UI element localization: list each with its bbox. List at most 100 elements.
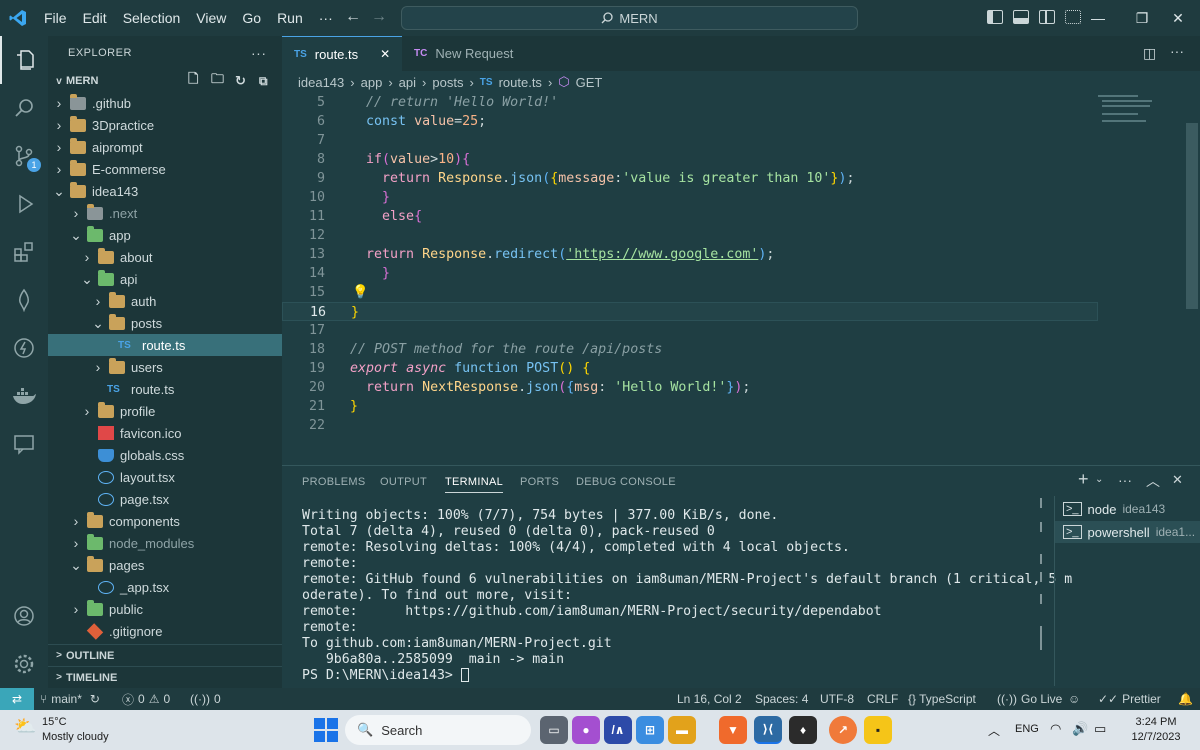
panel-more-icon[interactable]: ··· bbox=[1118, 472, 1132, 488]
toggle-secondary-sidebar-icon[interactable] bbox=[1039, 10, 1055, 24]
collapse-all-icon[interactable]: ⧉ bbox=[259, 74, 268, 89]
panel-tab-problems[interactable]: PROBLEMS bbox=[302, 476, 366, 488]
menu-more[interactable]: ··· bbox=[311, 0, 341, 36]
tree-item[interactable]: layout.tsx bbox=[48, 466, 282, 488]
panel-tab-debug-console[interactable]: DEBUG CONSOLE bbox=[576, 476, 676, 488]
tree-item[interactable]: › .next bbox=[48, 202, 282, 224]
tab-route-ts[interactable]: TS route.ts ✕ bbox=[282, 36, 402, 71]
extensions-icon[interactable] bbox=[0, 228, 48, 276]
breadcrumb-item[interactable]: GET bbox=[576, 75, 603, 90]
tab-new-request[interactable]: TC New Request bbox=[402, 36, 540, 71]
close-panel-icon[interactable]: ✕ bbox=[1172, 472, 1183, 488]
tree-item[interactable]: › aiprompt bbox=[48, 136, 282, 158]
tree-item[interactable]: › components bbox=[48, 510, 282, 532]
mongodb-compass-icon[interactable]: ♦ bbox=[789, 716, 817, 744]
lightbulb-icon[interactable]: 💡 bbox=[352, 283, 369, 302]
breadcrumb-item[interactable]: route.ts bbox=[499, 75, 542, 90]
line-endings[interactable]: CRLF bbox=[867, 688, 898, 710]
tree-item[interactable]: › 3Dpractice bbox=[48, 114, 282, 136]
more-actions-icon[interactable]: ··· bbox=[251, 45, 267, 61]
task-view-icon[interactable]: ▭ bbox=[540, 716, 568, 744]
menu-file[interactable]: File bbox=[36, 0, 75, 36]
tree-item[interactable]: ⌄ app bbox=[48, 224, 282, 246]
terminal-node[interactable]: >_ node idea143 bbox=[1055, 498, 1200, 520]
postman-icon[interactable]: ↗ bbox=[829, 716, 857, 744]
docker-icon[interactable] bbox=[0, 372, 48, 420]
clock-time[interactable]: 3:24 PM bbox=[1126, 716, 1186, 728]
maximize-panel-icon[interactable]: ︿ bbox=[1146, 471, 1160, 491]
workspace-root[interactable]: v MERN 🗋 🗀 ↻ ⧉ bbox=[48, 70, 282, 92]
forward-arrow-icon[interactable]: → bbox=[371, 8, 387, 26]
menu-run[interactable]: Run bbox=[269, 0, 311, 36]
tree-item[interactable]: › public bbox=[48, 598, 282, 620]
outline-section[interactable]: > OUTLINE bbox=[48, 644, 282, 666]
settings-gear-icon[interactable] bbox=[0, 640, 48, 688]
branch-indicator[interactable]: ⑂ main* ↻ bbox=[40, 688, 100, 710]
language-mode[interactable]: {} TypeScript bbox=[908, 688, 976, 710]
breadcrumb-item[interactable]: api bbox=[399, 75, 416, 90]
menu-go[interactable]: Go bbox=[234, 0, 269, 36]
input-language[interactable]: ENG bbox=[1015, 723, 1039, 735]
search-sidebar-icon[interactable] bbox=[0, 84, 48, 132]
sticky-notes-icon[interactable]: ▪ bbox=[864, 716, 892, 744]
teams-chat-icon[interactable]: ● bbox=[572, 716, 600, 744]
new-file-icon[interactable]: 🗋 bbox=[188, 70, 198, 92]
tree-item[interactable]: ⌄ pages bbox=[48, 554, 282, 576]
menu-edit[interactable]: Edit bbox=[75, 0, 115, 36]
code-editor[interactable]: 5 // return 'Hello World!' 6 const value… bbox=[282, 93, 1200, 465]
microsoft-store-icon[interactable]: ⊞ bbox=[636, 716, 664, 744]
ports-indicator[interactable]: ((·)) 0 bbox=[190, 688, 221, 710]
tree-item[interactable]: _app.tsx bbox=[48, 576, 282, 598]
tree-item[interactable]: TS route.ts bbox=[48, 334, 282, 356]
notifications-bell-icon[interactable]: 🔔 bbox=[1178, 688, 1193, 710]
accounts-icon[interactable] bbox=[0, 592, 48, 640]
breadcrumb-item[interactable]: posts bbox=[432, 75, 463, 90]
terminal-prompt[interactable]: PS D:\MERN\idea143> bbox=[302, 668, 469, 684]
close-window-icon[interactable]: ✕ bbox=[1156, 0, 1200, 36]
tree-item[interactable]: › about bbox=[48, 246, 282, 268]
menu-selection[interactable]: Selection bbox=[115, 0, 189, 36]
remote-indicator-icon[interactable]: ⇄ bbox=[0, 688, 34, 710]
tree-item[interactable]: TS route.ts bbox=[48, 378, 282, 400]
minimap[interactable] bbox=[1098, 93, 1188, 133]
thunder-client-icon[interactable] bbox=[0, 324, 48, 372]
minimize-icon[interactable]: — bbox=[1076, 0, 1120, 36]
tree-item[interactable]: favicon.ico bbox=[48, 422, 282, 444]
menu-view[interactable]: View bbox=[188, 0, 234, 36]
split-editor-icon[interactable]: ◫ bbox=[1143, 45, 1156, 62]
indentation[interactable]: Spaces: 4 bbox=[755, 688, 808, 710]
tree-item[interactable]: globals.css bbox=[48, 444, 282, 466]
refresh-icon[interactable]: ↻ bbox=[235, 73, 246, 89]
encoding[interactable]: UTF-8 bbox=[820, 688, 854, 710]
tree-item[interactable]: ⌄ idea143 bbox=[48, 180, 282, 202]
panel-tab-output[interactable]: OUTPUT bbox=[380, 476, 427, 488]
mongodb-icon[interactable] bbox=[0, 276, 48, 324]
toggle-primary-sidebar-icon[interactable] bbox=[987, 10, 1003, 24]
breadcrumb-item[interactable]: app bbox=[361, 75, 383, 90]
tree-item[interactable]: page.tsx bbox=[48, 488, 282, 510]
close-tab-icon[interactable]: ✕ bbox=[380, 47, 390, 61]
windows-start-icon[interactable] bbox=[314, 718, 338, 742]
wifi-icon[interactable]: ◠ bbox=[1050, 721, 1061, 737]
back-arrow-icon[interactable]: ← bbox=[345, 8, 361, 26]
tree-item[interactable]: › users bbox=[48, 356, 282, 378]
command-center-search[interactable]: MERN bbox=[401, 6, 858, 30]
panel-tab-terminal[interactable]: TERMINAL bbox=[445, 476, 504, 493]
tree-item[interactable]: › E-commerse bbox=[48, 158, 282, 180]
source-control-icon[interactable]: 1 bbox=[0, 132, 48, 180]
volume-icon[interactable]: 🔊 bbox=[1072, 721, 1088, 737]
tree-item[interactable]: › profile bbox=[48, 400, 282, 422]
new-folder-icon[interactable]: 🗀 bbox=[211, 70, 224, 92]
brave-browser-icon[interactable]: ▼ bbox=[719, 716, 747, 744]
file-explorer-icon[interactable]: ▬ bbox=[668, 716, 696, 744]
toggle-panel-icon[interactable] bbox=[1013, 10, 1029, 24]
tree-item[interactable]: ⌄ posts bbox=[48, 312, 282, 334]
battery-icon[interactable]: ▭ bbox=[1094, 721, 1106, 737]
tree-item[interactable]: .gitignore bbox=[48, 620, 282, 642]
timeline-section[interactable]: > TIMELINE bbox=[48, 666, 282, 688]
show-hidden-icons[interactable]: ︿ bbox=[988, 722, 1000, 739]
weather-temp[interactable]: 15°C bbox=[42, 716, 67, 728]
tree-item[interactable]: › auth bbox=[48, 290, 282, 312]
run-debug-icon[interactable] bbox=[0, 180, 48, 228]
copilot-icon[interactable]: ☺ bbox=[1068, 688, 1080, 710]
